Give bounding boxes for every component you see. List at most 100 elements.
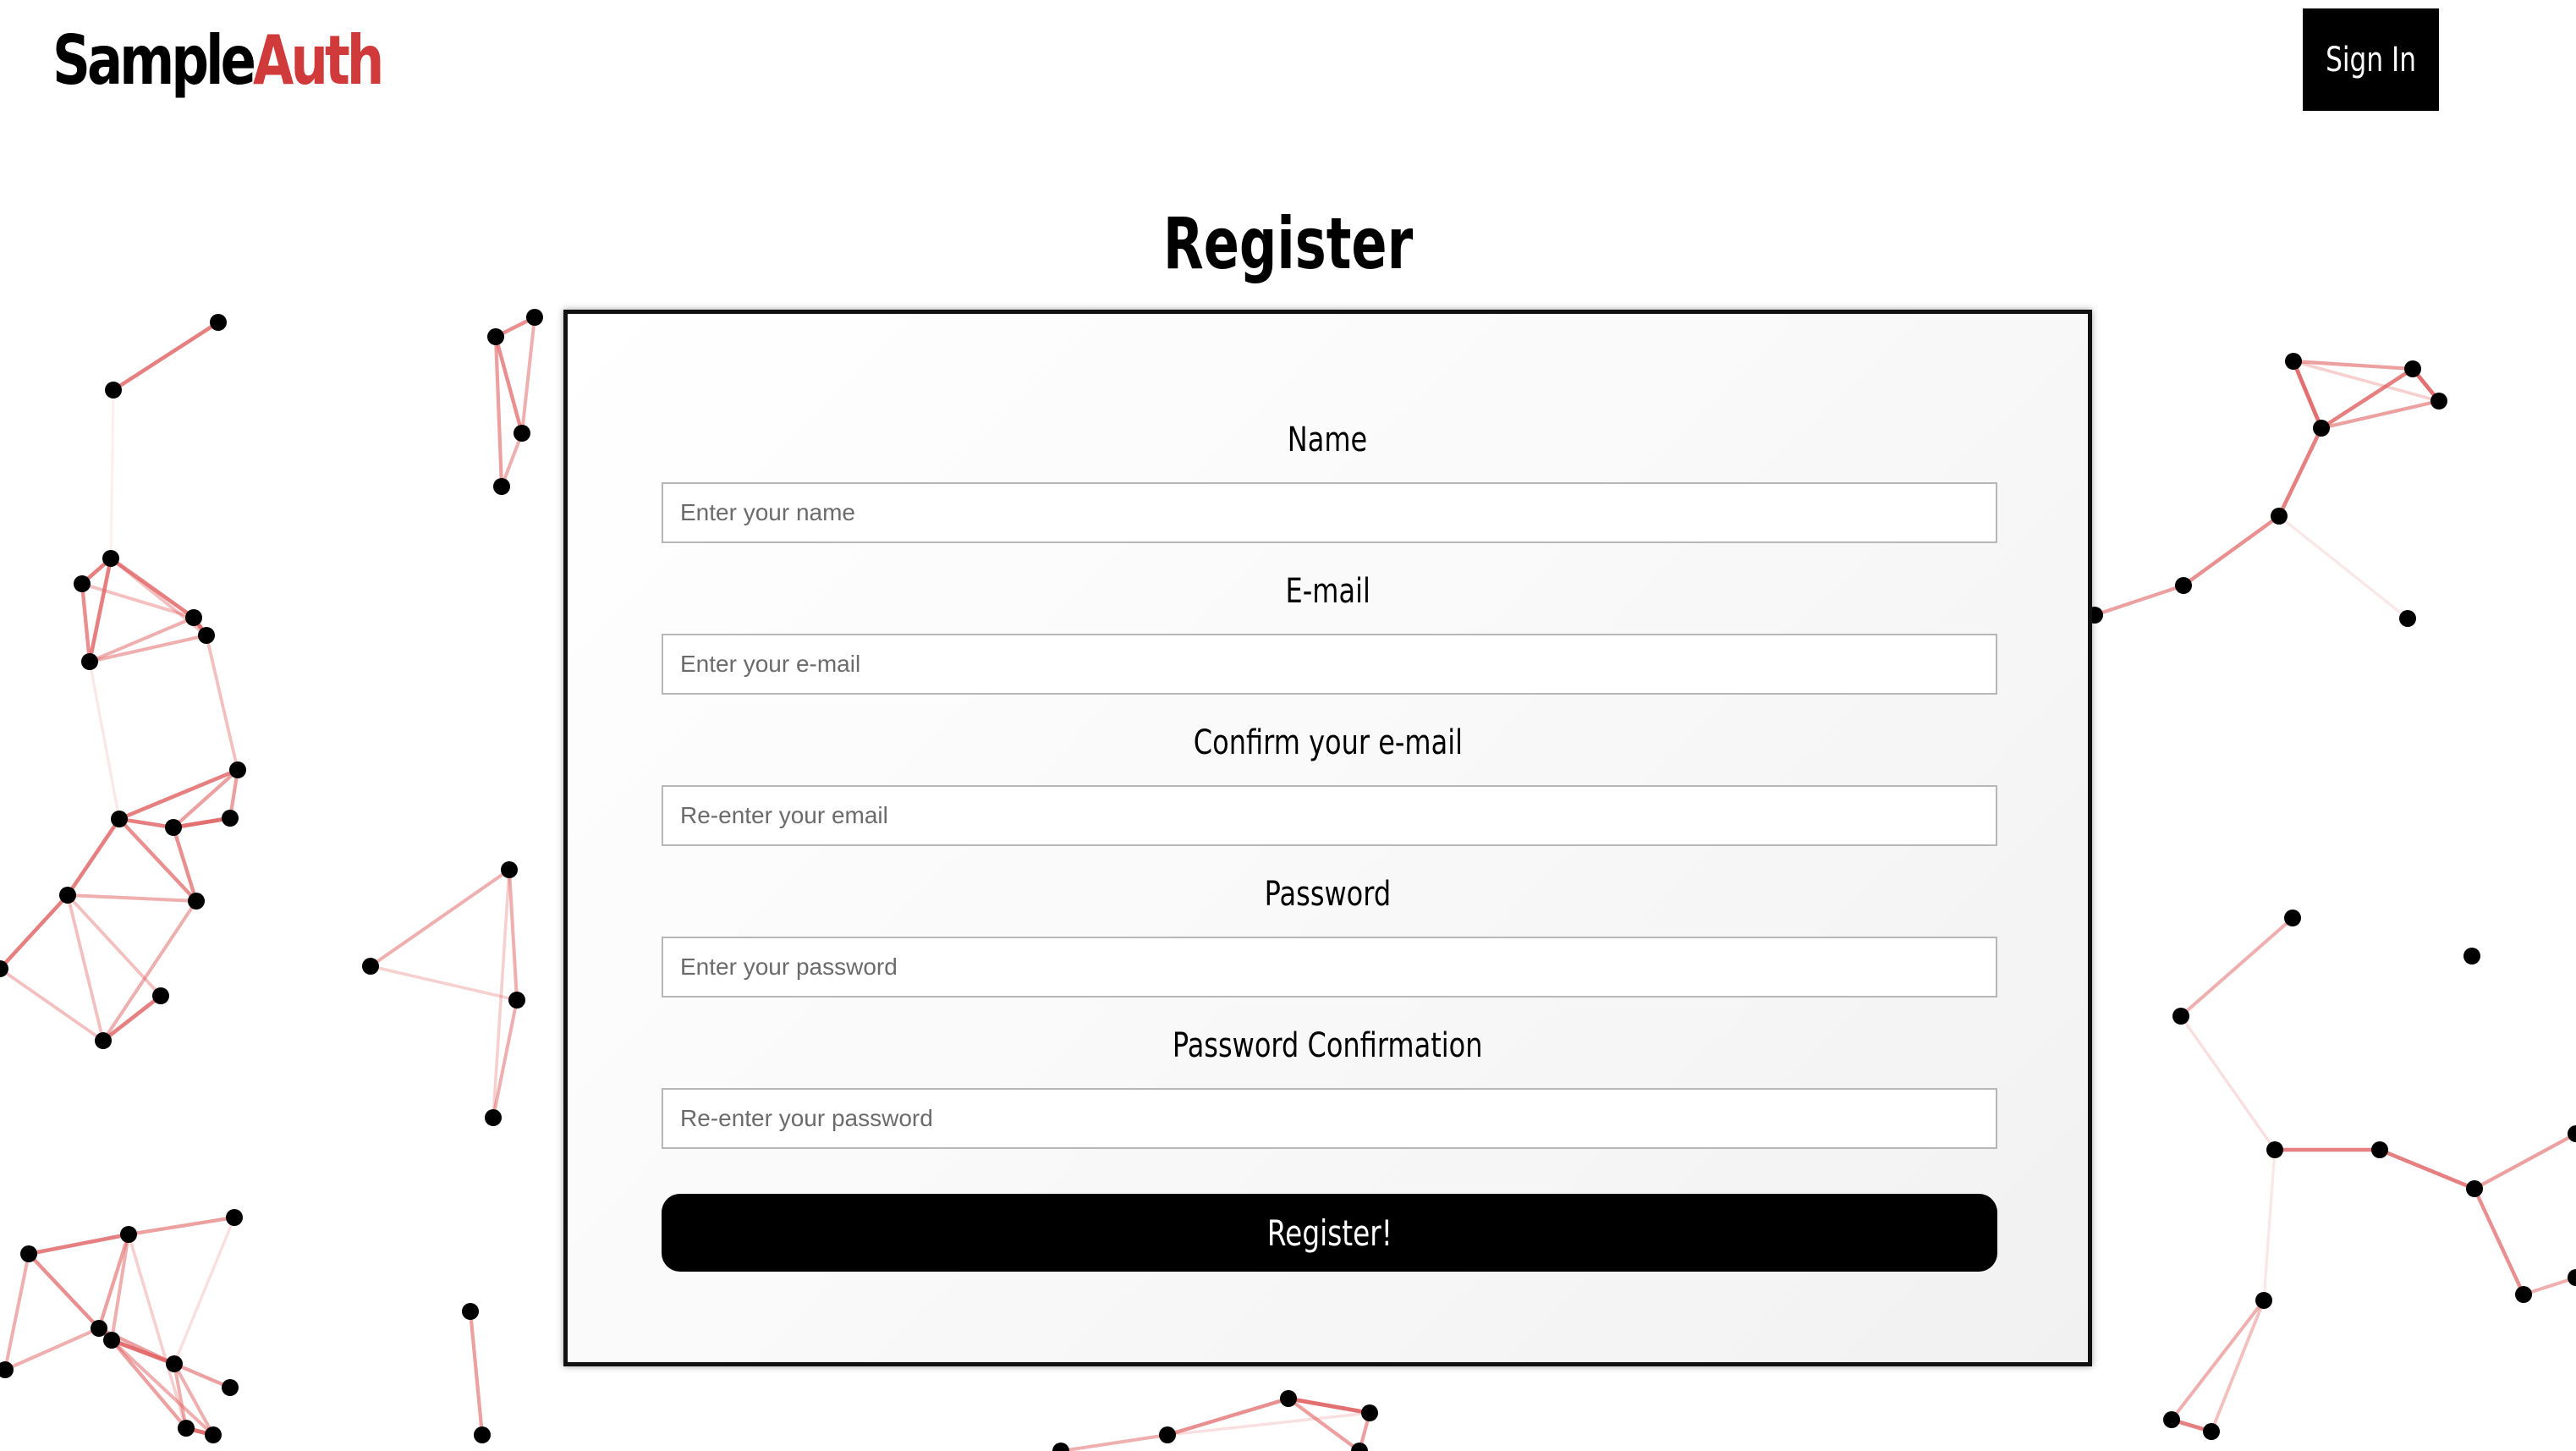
password-input[interactable]: [662, 937, 1997, 998]
confirm-email-input[interactable]: [662, 785, 1997, 846]
network-node: [487, 328, 504, 345]
email-label-text: E-mail: [1285, 572, 1370, 611]
network-edge: [2277, 427, 2324, 517]
network-node: [2266, 1141, 2283, 1158]
network-node: [508, 992, 525, 1009]
network-node: [185, 609, 202, 626]
network-node: [103, 1332, 120, 1349]
network-edge: [0, 893, 69, 970]
network-node: [1159, 1426, 1176, 1443]
network-node: [1351, 1443, 1368, 1451]
network-node: [2466, 1180, 2483, 1197]
network-edge: [67, 893, 197, 903]
network-node: [205, 1426, 222, 1443]
network-node: [2163, 1411, 2180, 1428]
network-node: [74, 575, 91, 592]
network-node: [2271, 508, 2288, 525]
network-edge: [102, 899, 198, 1042]
network-edge: [2262, 1149, 2277, 1301]
network-edge: [468, 1311, 485, 1436]
network-edge: [2291, 360, 2324, 429]
network-edge: [205, 635, 239, 771]
logo[interactable]: SampleAuth: [52, 19, 384, 103]
network-edge: [173, 1217, 236, 1365]
network-node: [2371, 1141, 2388, 1158]
confirm-email-label-text: Confirm your e-mail: [1193, 723, 1463, 762]
network-node: [2255, 1292, 2272, 1309]
network-node: [2284, 910, 2301, 926]
sign-in-button[interactable]: Sign In: [2303, 8, 2439, 111]
network-node: [2568, 1269, 2576, 1286]
network-edge: [2473, 1132, 2576, 1190]
network-node: [2172, 1008, 2189, 1025]
network-edge: [110, 1338, 215, 1437]
network-node: [120, 1226, 137, 1243]
network-edge: [369, 868, 511, 968]
network-edge: [28, 1232, 129, 1256]
register-form: Name E-mail Confirm your e-mail Password…: [563, 310, 2092, 1366]
email-label: E-mail: [568, 566, 2088, 617]
network-node: [2399, 610, 2416, 627]
logo-text-sample: Sample: [52, 21, 256, 100]
password-label: Password: [568, 869, 2088, 920]
network-node: [2285, 353, 2302, 370]
name-label-text: Name: [1288, 420, 1368, 459]
register-button[interactable]: Register!: [662, 1194, 1997, 1272]
network-edge: [96, 1234, 131, 1329]
network-node: [526, 309, 543, 326]
network-edge: [109, 389, 115, 559]
network-node: [2430, 393, 2447, 409]
network-node: [514, 425, 530, 442]
password-confirmation-input[interactable]: [662, 1088, 1997, 1149]
network-edge: [88, 661, 121, 820]
password-confirmation-label-text: Password Confirmation: [1173, 1026, 1483, 1065]
network-edge: [370, 965, 518, 1002]
network-node: [178, 1420, 195, 1437]
network-node: [188, 893, 205, 910]
network-edge: [89, 616, 195, 663]
page-title: Register: [0, 193, 2576, 294]
sign-in-label: Sign In: [2326, 40, 2416, 80]
register-button-label: Register!: [1266, 1212, 1392, 1254]
network-edge: [3, 1253, 30, 1371]
network-node: [165, 819, 182, 836]
network-node: [59, 887, 76, 904]
name-input[interactable]: [662, 482, 1997, 543]
network-node: [91, 1320, 107, 1337]
network-edge: [2179, 916, 2294, 1018]
email-input[interactable]: [662, 634, 1997, 695]
page: SampleAuth Sign In Register Name E-mail …: [0, 0, 2576, 1451]
network-edge: [520, 316, 536, 434]
network-node: [81, 653, 98, 670]
network-node: [362, 958, 379, 975]
network-edge: [2182, 514, 2281, 587]
page-title-text: Register: [1162, 202, 1414, 285]
network-node: [2404, 360, 2421, 377]
network-node: [2463, 948, 2480, 965]
network-edge: [118, 767, 239, 822]
network-node: [226, 1209, 243, 1226]
network-edge: [66, 893, 162, 998]
network-node: [105, 382, 122, 398]
network-node: [0, 1361, 14, 1378]
network-node: [198, 627, 215, 644]
network-node: [222, 810, 239, 827]
network-node: [2515, 1286, 2532, 1303]
network-edge: [2210, 1300, 2266, 1432]
network-node: [2175, 577, 2192, 594]
logo-text-auth: Auth: [253, 21, 384, 100]
network-edge: [2379, 1147, 2475, 1191]
network-node: [222, 1379, 239, 1396]
network-node: [493, 478, 510, 495]
network-node: [95, 1032, 112, 1049]
network-node: [2203, 1423, 2220, 1440]
network-node: [210, 314, 227, 331]
network-node: [2568, 1125, 2576, 1142]
network-edge: [27, 1252, 101, 1330]
network-node: [2313, 420, 2330, 437]
network-edge: [4, 1327, 100, 1371]
network-edge: [2094, 584, 2184, 617]
network-node: [462, 1303, 479, 1320]
network-node: [1361, 1404, 1378, 1421]
network-node: [1052, 1443, 1069, 1451]
